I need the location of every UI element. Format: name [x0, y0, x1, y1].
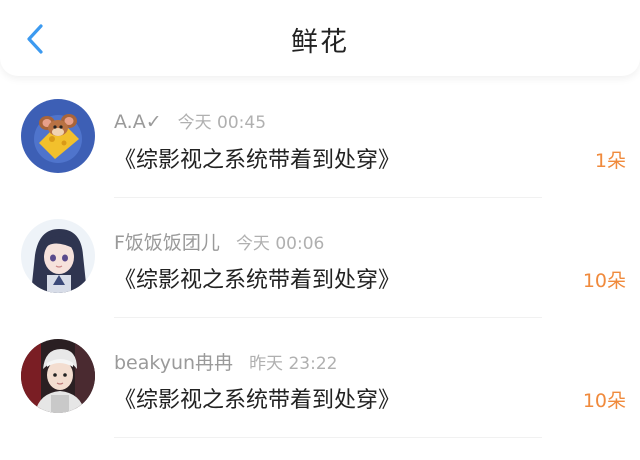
book-title[interactable]: 《综影视之系统带着到处穿》 — [114, 382, 400, 414]
flower-count: 1朵 — [594, 150, 626, 172]
sender-info: A.A✓ 今天 00:45 — [114, 108, 266, 133]
cartoon-mouse-avatar[interactable] — [21, 99, 95, 173]
book-title[interactable]: 《综影视之系统带着到处穿》 — [114, 262, 400, 294]
sender-name[interactable]: F饭饭饭团儿 — [114, 228, 220, 255]
flower-count: 10朵 — [582, 390, 626, 412]
anime-girl-avatar[interactable] — [21, 219, 95, 293]
list-item[interactable]: A.A✓ 今天 00:45 《综影视之系统带着到处穿》 1朵 — [0, 78, 640, 198]
send-time: 今天 00:45 — [177, 113, 267, 133]
sender-info: F饭饭饭团儿 今天 00:06 — [114, 228, 324, 255]
book-title[interactable]: 《综影视之系统带着到处穿》 — [114, 142, 400, 174]
top-bar: 鲜花 — [0, 0, 640, 76]
list-item[interactable]: F饭饭饭团儿 今天 00:06 《综影视之系统带着到处穿》 10朵 — [0, 198, 640, 318]
sender-name[interactable]: A.A✓ — [114, 111, 162, 133]
send-time: 昨天 23:22 — [249, 354, 338, 374]
divider — [114, 437, 542, 438]
photo-person-avatar[interactable] — [21, 339, 95, 413]
flower-count: 10朵 — [582, 270, 626, 292]
send-time: 今天 00:06 — [235, 234, 325, 254]
page-title: 鲜花 — [291, 27, 349, 58]
list-item[interactable]: beakyun冉冉 昨天 23:22 《综影视之系统带着到处穿》 10朵 — [0, 318, 640, 438]
sender-info: beakyun冉冉 昨天 23:22 — [114, 348, 337, 375]
flower-list: A.A✓ 今天 00:45 《综影视之系统带着到处穿》 1朵 F饭饭饭团儿 今天… — [0, 78, 640, 438]
sender-name[interactable]: beakyun冉冉 — [114, 348, 233, 375]
